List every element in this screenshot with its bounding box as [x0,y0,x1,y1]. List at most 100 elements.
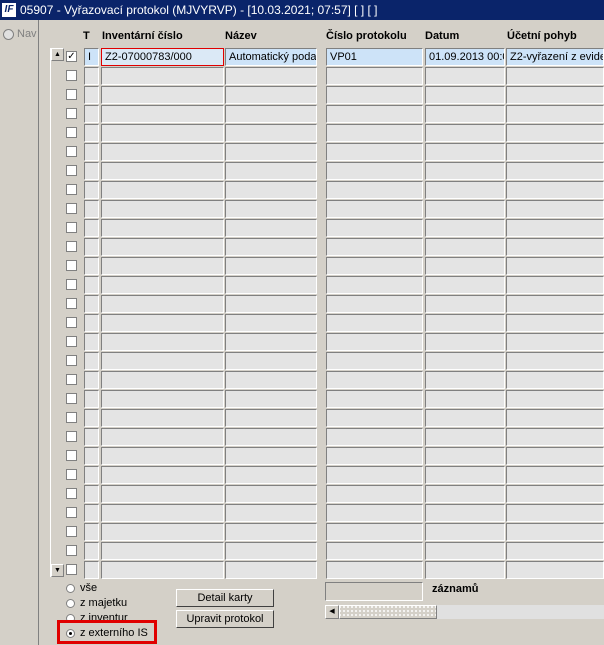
table-cell[interactable] [506,504,604,522]
row-checkbox[interactable] [66,393,77,404]
table-cell[interactable] [101,181,224,199]
table-cell[interactable] [225,428,317,446]
table-cell[interactable] [326,124,423,142]
column-header-cislo-protokolu[interactable]: Číslo protokolu [326,30,407,42]
table-cell[interactable] [425,162,505,180]
table-cell[interactable] [84,67,99,85]
table-cell[interactable] [425,105,505,123]
table-cell[interactable] [101,143,224,161]
row-checkbox[interactable] [66,488,77,499]
table-cell[interactable] [101,295,224,313]
table-cell[interactable] [84,428,99,446]
row-checkbox[interactable] [66,336,77,347]
table-cell[interactable] [326,523,423,541]
table-cell[interactable] [84,219,99,237]
table-cell[interactable] [506,124,604,142]
row-checkbox[interactable] [66,431,77,442]
table-cell[interactable] [506,485,604,503]
cell-cislo-protokolu[interactable]: VP01 [326,48,423,66]
table-cell[interactable] [326,561,423,579]
table-cell[interactable] [101,523,224,541]
table-cell[interactable] [425,333,505,351]
row-checkbox[interactable] [66,374,77,385]
row-checkbox[interactable] [66,507,77,518]
table-cell[interactable] [101,371,224,389]
table-cell[interactable] [225,504,317,522]
table-cell[interactable] [425,181,505,199]
table-cell[interactable] [101,238,224,256]
table-cell[interactable] [506,67,604,85]
row-checkbox[interactable] [66,108,77,119]
table-cell[interactable] [425,371,505,389]
table-cell[interactable] [425,542,505,560]
table-cell[interactable] [326,333,423,351]
table-cell[interactable] [326,143,423,161]
table-cell[interactable] [84,181,99,199]
table-cell[interactable] [101,276,224,294]
table-cell[interactable] [425,143,505,161]
table-cell[interactable] [326,314,423,332]
table-cell[interactable] [506,428,604,446]
table-cell[interactable] [225,314,317,332]
cell-t[interactable]: I [84,48,99,66]
table-cell[interactable] [506,314,604,332]
table-cell[interactable] [225,485,317,503]
scroll-thumb[interactable] [339,605,437,619]
table-cell[interactable] [84,295,99,313]
table-cell[interactable] [84,200,99,218]
table-cell[interactable] [326,542,423,560]
row-checkbox[interactable] [66,222,77,233]
table-cell[interactable] [326,447,423,465]
row-checkbox[interactable] [66,355,77,366]
cell-nazev[interactable]: Automatický podav [225,48,317,66]
table-cell[interactable] [425,428,505,446]
table-cell[interactable] [506,143,604,161]
table-cell[interactable] [84,466,99,484]
table-cell[interactable] [101,561,224,579]
row-checkbox[interactable] [66,241,77,252]
table-cell[interactable] [225,295,317,313]
table-cell[interactable] [84,447,99,465]
table-cell[interactable] [326,352,423,370]
table-cell[interactable] [326,504,423,522]
table-cell[interactable] [425,257,505,275]
table-cell[interactable] [425,523,505,541]
table-cell[interactable] [506,162,604,180]
table-cell[interactable] [225,143,317,161]
table-cell[interactable] [326,390,423,408]
table-cell[interactable] [326,105,423,123]
table-cell[interactable] [84,143,99,161]
table-cell[interactable] [425,447,505,465]
table-cell[interactable] [506,371,604,389]
table-cell[interactable] [225,466,317,484]
table-cell[interactable] [425,295,505,313]
table-cell[interactable] [326,200,423,218]
table-cell[interactable] [101,200,224,218]
table-cell[interactable] [101,409,224,427]
column-header-datum[interactable]: Datum [425,30,459,42]
vertical-scrollbar[interactable]: ▲ ▼ [50,48,64,577]
table-cell[interactable] [506,523,604,541]
scroll-down-icon[interactable]: ▼ [51,564,64,577]
column-header-inventarni-cislo[interactable]: Inventární číslo [102,30,183,42]
table-cell[interactable] [225,86,317,104]
table-cell[interactable] [425,466,505,484]
table-cell[interactable] [225,333,317,351]
table-cell[interactable] [225,561,317,579]
table-cell[interactable] [225,409,317,427]
row-checkbox[interactable] [66,450,77,461]
table-cell[interactable] [225,105,317,123]
table-cell[interactable] [425,86,505,104]
row-checkbox[interactable] [66,469,77,480]
table-cell[interactable] [326,162,423,180]
table-cell[interactable] [225,181,317,199]
scroll-left-icon[interactable]: ◀ [325,605,339,619]
table-cell[interactable] [506,561,604,579]
table-cell[interactable] [84,485,99,503]
table-cell[interactable] [425,67,505,85]
table-cell[interactable] [225,352,317,370]
table-cell[interactable] [84,523,99,541]
table-cell[interactable] [425,561,505,579]
table-cell[interactable] [326,181,423,199]
table-cell[interactable] [84,162,99,180]
